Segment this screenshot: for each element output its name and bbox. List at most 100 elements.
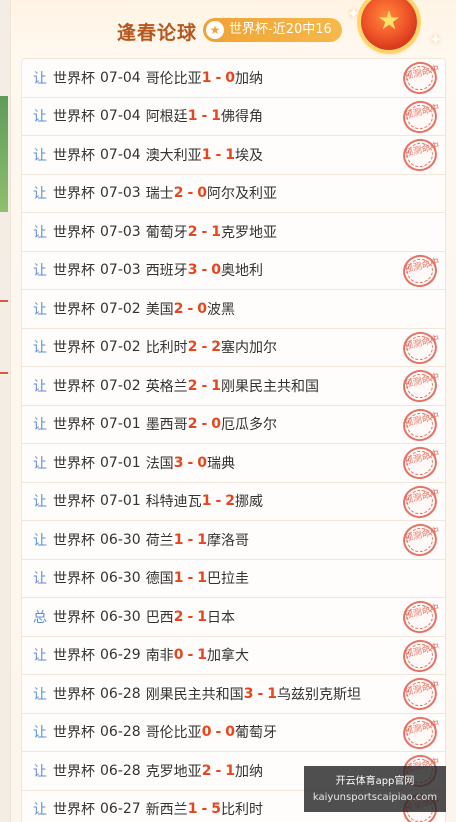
bet-type: 让 <box>33 725 47 742</box>
prediction-hit-stamp: 预测命中 <box>399 674 441 714</box>
bet-type: 让 <box>33 571 47 588</box>
away-team: 挪威 <box>235 494 263 511</box>
match-date: 06-27 <box>100 801 141 818</box>
away-score: 0 <box>197 185 207 202</box>
divider <box>0 372 8 374</box>
prediction-hit-stamp: 预测命中 <box>399 250 441 291</box>
prediction-hit-stamp: 预测命中 <box>399 327 441 368</box>
home-team: 葡萄牙 <box>145 224 188 241</box>
match-date: 07-02 <box>100 339 141 356</box>
match-row[interactable]: 总世界杯 06-30 巴西 2-1 日本 预测命中 <box>21 597 446 637</box>
match-row[interactable]: 让世界杯 07-02 比利时 2-2 塞内加尔 预测命中 <box>21 327 446 368</box>
league-name: 世界杯 <box>53 224 95 241</box>
match-row[interactable]: 让世界杯 06-28 刚果民主共和国 3-1 乌兹别克斯坦 预测命中 <box>21 674 446 714</box>
sparkle-icon: ✦ <box>429 30 443 49</box>
bet-type: 让 <box>33 532 47 549</box>
league-name: 世界杯 <box>53 686 95 703</box>
match-date: 06-30 <box>100 570 141 587</box>
home-score: 1 <box>173 570 184 587</box>
home-score: 1 <box>201 69 212 86</box>
score-separator: - <box>187 185 194 202</box>
match-row[interactable]: 让世界杯 07-04 阿根廷 1-1 佛得角 预测命中 <box>21 96 446 137</box>
score-separator: - <box>201 223 208 240</box>
match-row[interactable]: 让世界杯 07-02 美国 2-0 波黑 <box>21 289 446 328</box>
score-separator: - <box>187 531 194 548</box>
away-score: 1 <box>225 762 235 779</box>
home-score: 2 <box>201 762 212 779</box>
match-row[interactable]: 让世界杯 06-29 南非 0-1 加拿大 预测命中 <box>21 635 446 676</box>
prediction-hit-stamp: 预测命中 <box>399 520 441 560</box>
match-date: 07-04 <box>100 108 141 125</box>
home-team: 荷兰 <box>145 532 174 549</box>
match-date: 06-28 <box>100 724 141 741</box>
score-separator: - <box>215 493 222 510</box>
prediction-hit-stamp: 预测命中 <box>399 481 441 522</box>
away-team: 波黑 <box>207 301 235 318</box>
home-score: 3 <box>173 454 184 471</box>
match-date: 07-03 <box>100 262 141 279</box>
away-score: 0 <box>211 416 221 433</box>
league-name: 世界杯 <box>53 455 95 472</box>
match-row[interactable]: 让世界杯 07-01 墨西哥 2-0 厄瓜多尔 预测命中 <box>21 404 446 445</box>
away-score: 0 <box>225 69 235 86</box>
match-row[interactable]: 让世界杯 06-28 哥伦比亚 0-0 葡萄牙 预测命中 <box>21 712 446 753</box>
away-score: 1 <box>197 570 207 587</box>
match-row[interactable]: 让世界杯 07-02 英格兰 2-1 刚果民主共和国 预测命中 <box>21 366 446 406</box>
prediction-hit-stamp: 预测命中 <box>399 58 441 98</box>
prediction-hit-stamp: 预测命中 <box>399 712 441 753</box>
record-badge-text: 世界杯-近20中16 <box>229 22 332 37</box>
match-date: 07-02 <box>100 377 141 394</box>
prediction-hit-stamp: 预测命中 <box>399 443 441 483</box>
home-team: 南非 <box>145 648 174 665</box>
match-row[interactable]: 让世界杯 07-03 西班牙 3-0 奥地利 预测命中 <box>21 250 446 291</box>
match-row[interactable]: 让世界杯 07-04 澳大利亚 1-1 埃及 预测命中 <box>21 135 446 175</box>
league-name: 世界杯 <box>53 802 95 819</box>
home-score: 2 <box>173 608 184 625</box>
match-row[interactable]: 让世界杯 06-30 荷兰 1-1 摩洛哥 预测命中 <box>21 520 446 560</box>
divider <box>0 300 8 302</box>
home-team: 比利时 <box>145 340 188 357</box>
home-team: 刚果民主共和国 <box>145 686 244 703</box>
match-row[interactable]: 让世界杯 07-01 科特迪瓦 1-2 挪威 预测命中 <box>21 481 446 522</box>
league-name: 世界杯 <box>53 763 95 780</box>
home-team: 墨西哥 <box>145 417 188 434</box>
away-team: 巴拉圭 <box>207 571 249 588</box>
home-score: 3 <box>187 262 198 279</box>
bet-type: 让 <box>33 186 47 203</box>
match-row[interactable]: 让世界杯 06-30 德国 1-1 巴拉圭 <box>21 558 446 597</box>
panel-header: 逢春论球 ★ 世界杯-近20中16 ★ ✦ ✦ <box>11 0 456 58</box>
prediction-hit-stamp: 预测命中 <box>399 635 441 676</box>
league-name: 世界杯 <box>53 609 95 626</box>
bet-type: 让 <box>33 802 47 819</box>
league-name: 世界杯 <box>53 648 95 665</box>
league-name: 世界杯 <box>53 147 95 164</box>
away-score: 5 <box>211 801 221 818</box>
away-team: 加拿大 <box>207 648 249 665</box>
match-date: 07-04 <box>100 69 141 86</box>
bet-type: 让 <box>33 378 47 395</box>
away-score: 0 <box>197 454 207 471</box>
bet-type: 总 <box>33 609 47 626</box>
match-row[interactable]: 让世界杯 07-03 瑞士 2-0 阿尔及利亚 <box>21 173 446 212</box>
league-name: 世界杯 <box>53 186 95 203</box>
away-team: 奥地利 <box>221 263 263 280</box>
bet-type: 让 <box>33 301 47 318</box>
match-row[interactable]: 让世界杯 07-03 葡萄牙 2-1 克罗地亚 <box>21 212 446 251</box>
league-name: 世界杯 <box>53 378 95 395</box>
match-date: 07-01 <box>100 416 141 433</box>
match-row[interactable]: 让世界杯 07-01 法国 3-0 瑞典 预测命中 <box>21 443 446 483</box>
bet-type: 让 <box>33 763 47 780</box>
score-separator: - <box>187 454 194 471</box>
league-name: 世界杯 <box>53 301 95 318</box>
home-score: 2 <box>187 416 198 433</box>
match-date: 06-30 <box>100 608 141 625</box>
league-name: 世界杯 <box>53 494 95 511</box>
home-team: 美国 <box>145 301 174 318</box>
away-score: 1 <box>197 531 207 548</box>
match-date: 07-01 <box>100 493 141 510</box>
home-team: 新西兰 <box>145 802 188 819</box>
league-name: 世界杯 <box>53 417 95 434</box>
match-date: 07-03 <box>100 223 141 240</box>
home-score: 1 <box>187 108 198 125</box>
match-row[interactable]: 让世界杯 07-04 哥伦比亚 1-0 加纳 预测命中 <box>21 58 446 98</box>
